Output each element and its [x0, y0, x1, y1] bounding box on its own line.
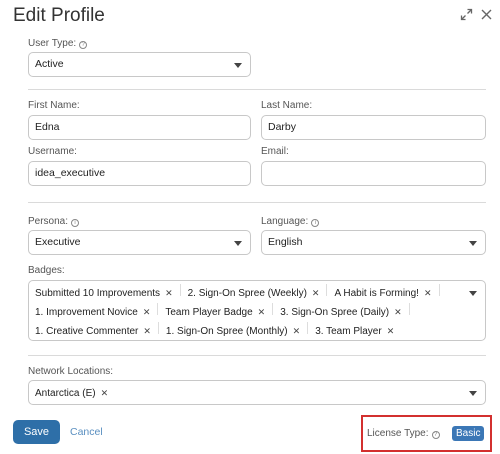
- tag-label: 1. Sign-On Spree (Monthly): [165, 325, 288, 337]
- info-icon[interactable]: i: [71, 219, 80, 227]
- language-label-text: Language:: [261, 216, 309, 227]
- last-name-label: Last Name:: [261, 100, 313, 111]
- tag-chip: Antarctica (E) ✕: [35, 384, 108, 402]
- tag-chip: Submitted 10 Improvements ✕: [35, 284, 173, 302]
- caret-down-icon[interactable]: [469, 391, 477, 396]
- last-name-value: Darby: [268, 121, 297, 133]
- tag-label: 1. Improvement Novice: [35, 306, 138, 318]
- language-label: Language: i: [261, 216, 320, 227]
- badges-tag-list: Submitted 10 Improvements ✕ 2. Sign-On Spr…: [35, 284, 465, 340]
- network-locations-multiselect[interactable]: Antarctica (E) ✕: [28, 380, 486, 405]
- tag-label: 2. Sign-On Spree (Weekly): [187, 287, 307, 299]
- cancel-button[interactable]: Cancel: [70, 426, 103, 438]
- tag-label: Antarctica (E): [35, 387, 96, 399]
- remove-tag-icon[interactable]: ✕: [312, 288, 320, 299]
- tag-chip: A Habit is Forming! ✕: [334, 284, 431, 302]
- expand-icon[interactable]: [459, 8, 473, 22]
- tag-chip: 3. Team Player ✕: [315, 322, 394, 340]
- network-locations-tag-list: Antarctica (E) ✕: [35, 384, 465, 402]
- tag-label: Team Player Badge: [165, 306, 253, 318]
- tag-label: 3. Sign-On Spree (Daily): [280, 306, 390, 318]
- tag-separator: [157, 303, 159, 315]
- tag-label: 1. Creative Commenter: [35, 325, 139, 337]
- caret-down-icon: [234, 63, 242, 68]
- persona-label: Persona: i: [28, 216, 80, 227]
- persona-value: Executive: [35, 236, 81, 248]
- tag-separator: [272, 303, 274, 315]
- remove-tag-icon[interactable]: ✕: [387, 326, 395, 337]
- first-name-input[interactable]: Edna: [28, 115, 251, 140]
- badges-multiselect[interactable]: Submitted 10 Improvements ✕ 2. Sign-On Spr…: [28, 280, 486, 341]
- caret-down-icon: [234, 241, 242, 246]
- tag-chip: 2. Sign-On Spree (Weekly) ✕: [188, 284, 320, 302]
- license-type-label: License Type:?: [367, 428, 440, 439]
- network-locations-label: Network Locations:: [28, 366, 114, 377]
- language-select[interactable]: English: [261, 230, 486, 255]
- remove-tag-icon[interactable]: ✕: [424, 288, 432, 299]
- remove-tag-icon[interactable]: ✕: [293, 326, 301, 337]
- info-icon[interactable]: ?: [79, 41, 88, 49]
- username-input[interactable]: idea_executive: [28, 161, 251, 186]
- tag-label: A Habit is Forming!: [334, 287, 419, 299]
- persona-select[interactable]: Executive: [28, 230, 251, 255]
- first-name-label: First Name:: [28, 100, 80, 111]
- user-type-label-text: User Type:: [28, 38, 77, 49]
- username-value: idea_executive: [35, 167, 106, 179]
- tag-label: 3. Team Player: [315, 325, 382, 337]
- tag-chip: 1. Creative Commenter ✕: [35, 322, 151, 340]
- tag-separator: [307, 322, 309, 334]
- email-label: Email:: [261, 146, 289, 157]
- page-title: Edit Profile: [13, 5, 105, 26]
- caret-down-icon[interactable]: [469, 291, 477, 296]
- tag-chip: 3. Sign-On Spree (Daily) ✕: [280, 303, 401, 321]
- remove-tag-icon[interactable]: ✕: [143, 326, 151, 337]
- remove-tag-icon[interactable]: ✕: [101, 388, 109, 399]
- remove-tag-icon[interactable]: ✕: [143, 307, 151, 318]
- username-label: Username:: [28, 146, 77, 157]
- tag-chip: Team Player Badge ✕: [165, 303, 265, 321]
- user-type-label: User Type:?: [28, 38, 88, 49]
- tag-label: Submitted 10 Improvements: [35, 287, 161, 299]
- divider: [28, 89, 486, 90]
- license-type-badge: Basic: [452, 426, 485, 441]
- divider: [28, 202, 486, 203]
- persona-label-text: Persona:: [28, 216, 69, 227]
- email-input[interactable]: [261, 161, 486, 186]
- remove-tag-icon[interactable]: ✕: [394, 307, 402, 318]
- tag-separator: [438, 284, 440, 296]
- tag-separator: [179, 284, 181, 296]
- close-icon[interactable]: [479, 8, 493, 22]
- divider: [28, 355, 486, 356]
- badges-label: Badges:: [28, 265, 65, 276]
- first-name-value: Edna: [35, 121, 60, 133]
- tag-separator: [408, 303, 410, 315]
- user-type-select[interactable]: Active: [28, 52, 251, 77]
- remove-tag-icon[interactable]: ✕: [258, 307, 266, 318]
- last-name-input[interactable]: Darby: [261, 115, 486, 140]
- tag-separator: [157, 322, 159, 334]
- license-type-label-text: License Type:: [367, 428, 429, 439]
- user-type-value: Active: [35, 58, 64, 70]
- tag-chip: 1. Improvement Novice ✕: [35, 303, 150, 321]
- tag-chip: 1. Sign-On Spree (Monthly) ✕: [166, 322, 300, 340]
- remove-tag-icon[interactable]: ✕: [165, 288, 173, 299]
- language-value: English: [268, 236, 303, 248]
- tag-separator: [326, 284, 328, 296]
- info-icon[interactable]: ?: [431, 431, 440, 439]
- save-button[interactable]: Save: [13, 420, 60, 444]
- caret-down-icon: [469, 241, 477, 246]
- info-icon[interactable]: i: [311, 219, 320, 227]
